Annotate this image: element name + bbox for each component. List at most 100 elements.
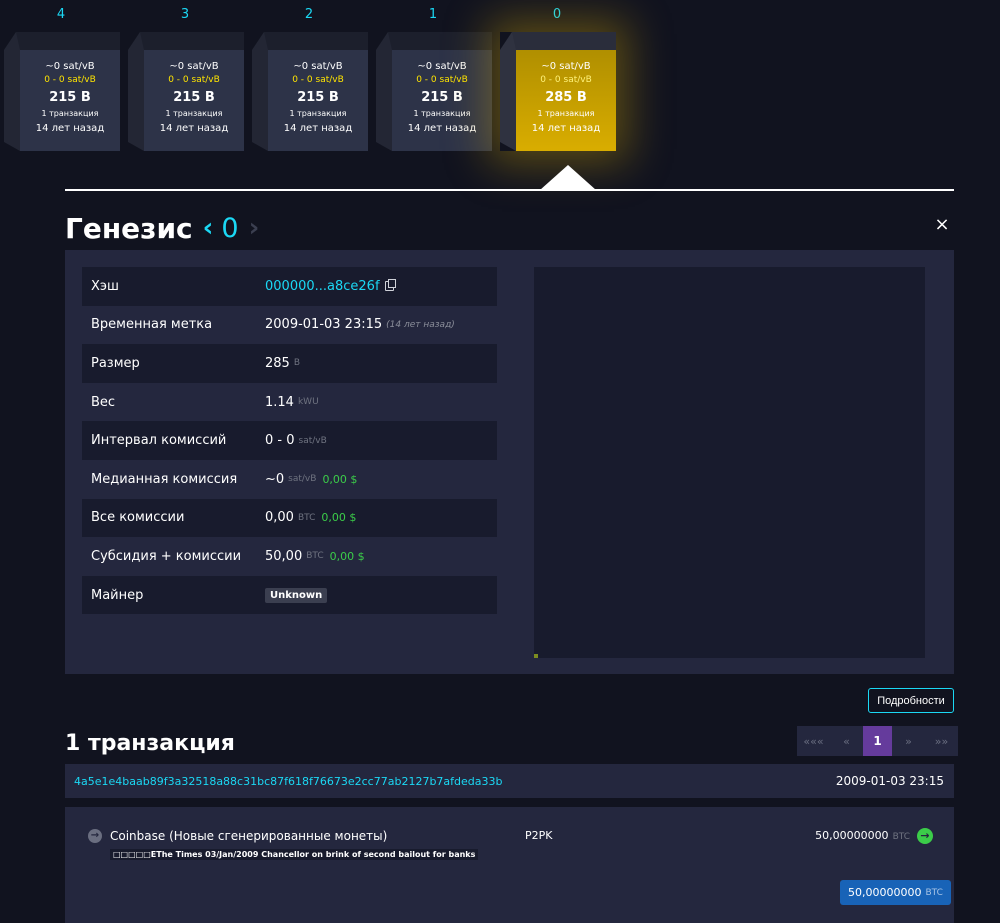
timestamp-ago: (14 лет назад) <box>386 319 455 330</box>
pager-last: »» <box>925 726 958 756</box>
timestamp-value: 2009-01-03 23:15 <box>265 317 383 333</box>
block-height-2[interactable]: 2 <box>259 7 359 22</box>
details-row-timestamp: Временная метка 2009-01-03 23:15 (14 лет… <box>82 306 497 345</box>
median-fee-label: Медианная комиссия <box>91 471 238 487</box>
weight-label: Вес <box>91 394 116 410</box>
details-table: Хэш 000000...a8ce26f Временная метка 200… <box>82 267 497 615</box>
cube-top <box>4 32 120 50</box>
block-height-0[interactable]: 0 <box>507 7 607 22</box>
block-size: 215 B <box>297 90 339 105</box>
output-amount: 50,00000000 BTC <box>815 829 910 842</box>
cube-side <box>128 32 144 151</box>
pager-current[interactable]: 1 <box>863 726 892 756</box>
block-title-row: Генезис ‹ 0 › <box>65 208 259 248</box>
total-amount-badge: 50,00000000 BTC <box>840 880 951 905</box>
txid-link[interactable]: 4a5e1e4baab89f3a32518a88c31bc87f618f7667… <box>74 775 502 788</box>
block-median-fee: ~0 sat/vB <box>541 61 591 72</box>
coinbase-message: □□□□□EThe Times 03/Jan/2009 Chancellor o… <box>110 849 479 860</box>
total-fees-usd: 0,00 $ <box>321 511 357 525</box>
chain-divider <box>65 189 954 191</box>
block-median-fee: ~0 sat/vB <box>45 61 95 72</box>
details-row-subsidy: Субсидия + комиссии 50,00 BTC 0,00 $ <box>82 537 497 576</box>
cube-top <box>376 32 492 50</box>
details-row-median-fee: Медианная комиссия ~0 sat/vB 0,00 $ <box>82 460 497 499</box>
transaction-square[interactable] <box>534 654 538 658</box>
output-script-type: P2PK <box>525 829 553 842</box>
block-size: 215 B <box>421 90 463 105</box>
details-button[interactable]: Подробности <box>868 688 954 713</box>
block-fee-range: 0 - 0 sat/vB <box>168 75 220 85</box>
cube-face: ~0 sat/vB 0 - 0 sat/vB 215 B 1 транзакци… <box>268 50 368 151</box>
pager-first: ««« <box>797 726 830 756</box>
block-size: 215 B <box>49 90 91 105</box>
block-fee-range: 0 - 0 sat/vB <box>44 75 96 85</box>
pager-prev: « <box>830 726 863 756</box>
block-size: 285 B <box>545 90 587 105</box>
fee-span-unit: sat/vB <box>298 435 327 446</box>
block-fee-range: 0 - 0 sat/vB <box>540 75 592 85</box>
fee-span-value: 0 - 0 <box>265 433 295 449</box>
cube-face: ~0 sat/vB 0 - 0 sat/vB 215 B 1 транзакци… <box>20 50 120 151</box>
miner-label: Майнер <box>91 587 144 603</box>
details-row-weight: Вес 1.14 kWU <box>82 383 497 422</box>
pager-next: » <box>892 726 925 756</box>
block-height-1[interactable]: 1 <box>383 7 483 22</box>
output-amount-unit: BTC <box>892 832 910 842</box>
cube-face: ~0 sat/vB 0 - 0 sat/vB 285 B 1 транзакци… <box>516 50 616 151</box>
cube-face: ~0 sat/vB 0 - 0 sat/vB 215 B 1 транзакци… <box>144 50 244 151</box>
block-age: 14 лет назад <box>407 123 477 134</box>
median-fee-unit: sat/vB <box>288 474 317 485</box>
total-fees-unit: BTC <box>297 512 316 523</box>
output-arrow-icon[interactable]: → <box>917 828 933 844</box>
details-row-miner: Майнер Unknown <box>82 575 497 615</box>
block-cube-1[interactable]: ~0 sat/vB 0 - 0 sat/vB 215 B 1 транзакци… <box>376 32 492 151</box>
weight-value: 1.14 <box>265 394 294 410</box>
cube-side <box>252 32 268 151</box>
transaction-header: 4a5e1e4baab89f3a32518a88c31bc87f618f7667… <box>65 764 954 798</box>
hash-label: Хэш <box>91 278 119 294</box>
output-amount-value: 50,00000000 <box>815 829 889 842</box>
size-value: 285 <box>265 355 290 371</box>
details-row-hash: Хэш 000000...a8ce26f <box>82 267 497 306</box>
block-cube-0-selected[interactable]: ~0 sat/vB 0 - 0 sat/vB 285 B 1 транзакци… <box>500 32 616 151</box>
total-fees-value: 0,00 <box>265 510 294 526</box>
block-tx-count: 1 транзакция <box>289 109 347 118</box>
timestamp-label: Временная метка <box>91 317 213 333</box>
block-median-fee: ~0 sat/vB <box>417 61 467 72</box>
block-cube-4[interactable]: ~0 sat/vB 0 - 0 sat/vB 215 B 1 транзакци… <box>4 32 120 151</box>
block-height-3[interactable]: 3 <box>135 7 235 22</box>
block-number: 0 <box>221 212 239 244</box>
cube-face: ~0 sat/vB 0 - 0 sat/vB 215 B 1 транзакци… <box>392 50 492 151</box>
block-tx-count: 1 транзакция <box>41 109 99 118</box>
block-height-4[interactable]: 4 <box>11 7 111 22</box>
input-arrow-icon[interactable]: → <box>88 829 102 843</box>
size-unit: B <box>293 358 301 369</box>
block-age: 14 лет назад <box>283 123 353 134</box>
total-amount-unit: BTC <box>925 887 943 898</box>
block-median-fee: ~0 sat/vB <box>293 61 343 72</box>
block-tx-count: 1 транзакция <box>537 109 595 118</box>
cube-side <box>4 32 20 151</box>
block-fee-range: 0 - 0 sat/vB <box>416 75 468 85</box>
copy-icon[interactable] <box>384 279 396 292</box>
close-icon[interactable]: × <box>933 214 951 235</box>
subsidy-value: 50,00 <box>265 548 303 564</box>
transactions-title: 1 транзакция <box>65 731 235 756</box>
chevron-right-icon: › <box>248 213 260 243</box>
chevron-left-icon[interactable]: ‹ <box>203 213 214 243</box>
block-size: 215 B <box>173 90 215 105</box>
cube-top <box>128 32 244 50</box>
weight-unit: kWU <box>297 397 319 408</box>
median-fee-value: ~0 <box>265 471 285 487</box>
block-visualization[interactable] <box>534 267 925 658</box>
total-amount-value: 50,00000000 <box>848 886 922 899</box>
size-label: Размер <box>91 355 140 371</box>
block-cube-3[interactable]: ~0 sat/vB 0 - 0 sat/vB 215 B 1 транзакци… <box>128 32 244 151</box>
total-fees-label: Все комиссии <box>91 510 185 526</box>
cube-top <box>252 32 368 50</box>
blockchain-strip: 4 3 2 1 0 ~0 sat/vB 0 - 0 sat/vB 215 B 1… <box>0 0 1000 190</box>
block-age: 14 лет назад <box>159 123 229 134</box>
details-row-fee-span: Интервал комиссий 0 - 0 sat/vB <box>82 421 497 460</box>
hash-link[interactable]: 000000...a8ce26f <box>265 279 380 294</box>
block-cube-2[interactable]: ~0 sat/vB 0 - 0 sat/vB 215 B 1 транзакци… <box>252 32 368 151</box>
